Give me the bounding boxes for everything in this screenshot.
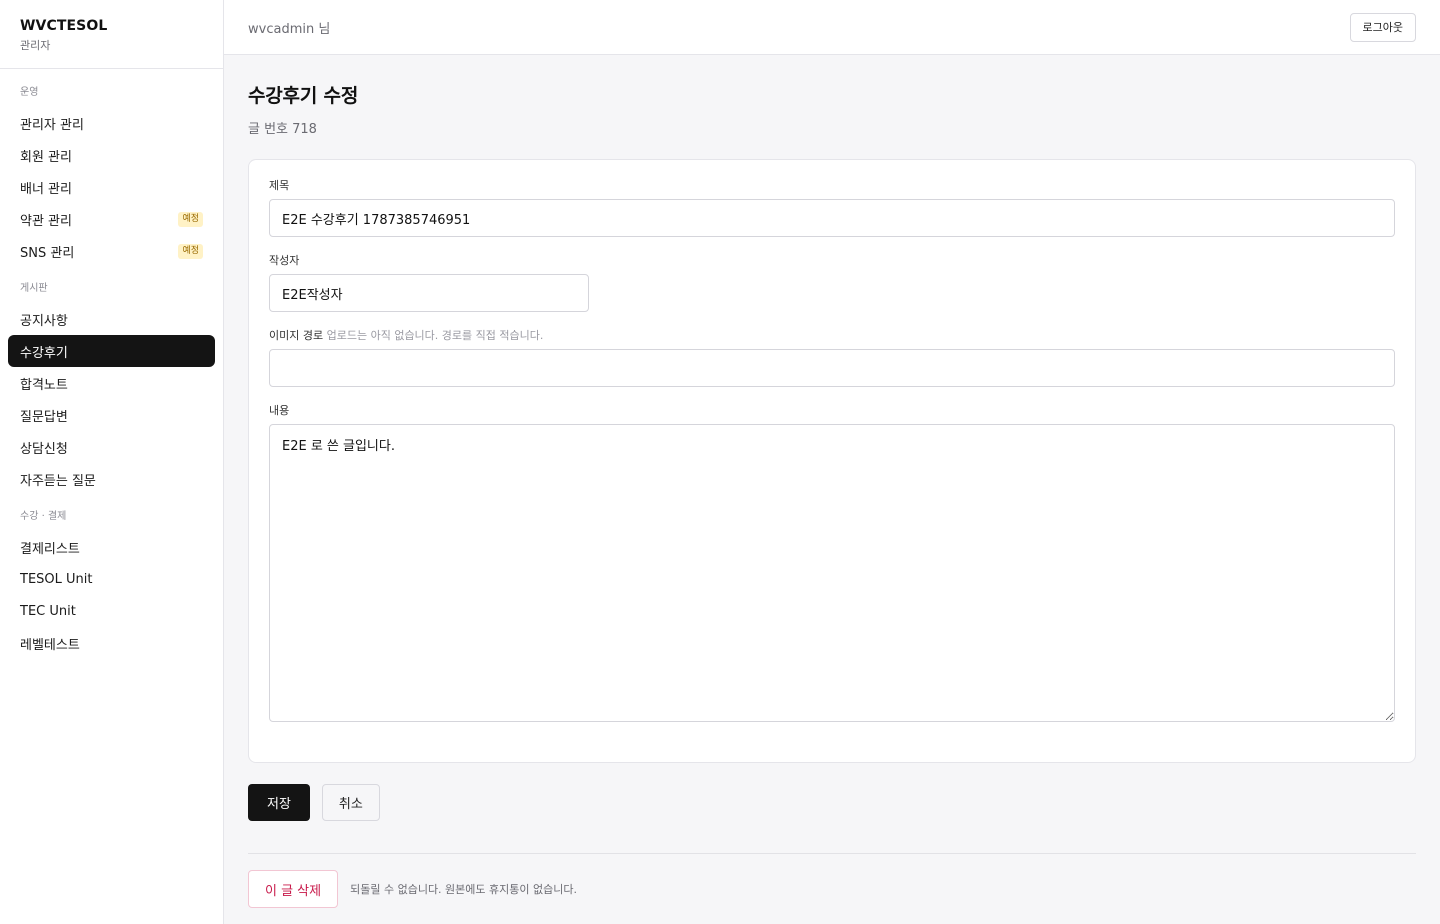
sidebar-item-admins[interactable]: 관리자 관리 — [8, 107, 215, 139]
current-user: wvcadmin 님 — [248, 21, 331, 37]
sidebar-item-sns[interactable]: SNS 관리 예정 — [8, 235, 215, 267]
author-field: 작성자 — [269, 253, 1395, 312]
sidebar-item-pass-notes[interactable]: 합격노트 — [8, 367, 215, 399]
image-path-label-row: 이미지 경로 업로드는 아직 없습니다. 경로를 직접 적습니다. — [269, 328, 1395, 344]
image-path-input[interactable] — [269, 349, 1395, 387]
author-label: 작성자 — [269, 254, 300, 267]
danger-zone: 이 글 삭제 되돌릴 수 없습니다. 원본에도 휴지통이 없습니다. — [248, 870, 1416, 908]
sidebar-nav: 운영 관리자 관리 회원 관리 배너 관리 약관 관리 예정 SNS 관리 예정 게… — [0, 69, 223, 659]
sidebar-item-label: 상담신청 — [20, 441, 68, 457]
sidebar-item-label: SNS 관리 — [20, 245, 75, 261]
sidebar-item-banners[interactable]: 배너 관리 — [8, 171, 215, 203]
sidebar-item-label: 약관 관리 — [20, 213, 72, 229]
content-textarea[interactable]: E2E 로 쓴 글입니다. — [269, 424, 1395, 722]
brand-name: WVCTESOL — [20, 18, 108, 34]
nav-group-label: 게시판 — [20, 283, 48, 294]
topbar: wvcadmin 님 로그아웃 — [224, 0, 1440, 55]
nav-group-label: 수강 · 결제 — [20, 511, 67, 522]
brand-sub: 관리자 — [20, 39, 51, 52]
sidebar-item-label: TEC Unit — [20, 603, 76, 619]
page-title: 수강후기 수정 — [248, 85, 359, 107]
sidebar: WVCTESOL 관리자 운영 관리자 관리 회원 관리 배너 관리 약관 관리… — [0, 0, 224, 924]
sidebar-item-label: 결제리스트 — [20, 541, 80, 557]
nav-group-label: 운영 — [20, 87, 39, 98]
sidebar-item-label: 회원 관리 — [20, 149, 72, 165]
save-button[interactable]: 저장 — [248, 784, 310, 821]
brand: WVCTESOL 관리자 — [0, 0, 223, 69]
sidebar-item-consultations[interactable]: 상담신청 — [8, 431, 215, 463]
main-content: 수강후기 수정 글 번호 718 제목 작성자 이미지 경로 업로드는 아직 없… — [248, 55, 1416, 908]
post-number: 글 번호 718 — [248, 122, 317, 137]
sidebar-item-faq[interactable]: 자주듣는 질문 — [8, 463, 215, 495]
title-field: 제목 — [269, 178, 1395, 237]
sidebar-item-tec-unit[interactable]: TEC Unit — [8, 595, 215, 627]
image-path-field: 이미지 경로 업로드는 아직 없습니다. 경로를 직접 적습니다. — [269, 328, 1395, 387]
coming-soon-badge: 예정 — [178, 243, 203, 259]
sidebar-item-notices[interactable]: 공지사항 — [8, 303, 215, 335]
sidebar-item-members[interactable]: 회원 관리 — [8, 139, 215, 171]
sidebar-item-label: 수강후기 — [20, 345, 68, 361]
sidebar-item-label: 질문답변 — [20, 409, 68, 425]
edit-form-card: 제목 작성자 이미지 경로 업로드는 아직 없습니다. 경로를 직접 적습니다.… — [248, 159, 1416, 763]
author-input[interactable] — [269, 274, 589, 312]
sidebar-item-label: 관리자 관리 — [20, 117, 84, 133]
logout-button[interactable]: 로그아웃 — [1349, 12, 1416, 42]
sidebar-item-tesol-unit[interactable]: TESOL Unit — [8, 563, 215, 595]
nav-group-board: 게시판 공지사항 수강후기 합격노트 질문답변 상담신청 자주듣는 질문 — [8, 281, 215, 495]
delete-post-button[interactable]: 이 글 삭제 — [248, 870, 339, 908]
sidebar-item-label: 공지사항 — [20, 313, 68, 329]
image-path-label: 이미지 경로 — [269, 329, 324, 342]
image-path-hint: 업로드는 아직 없습니다. 경로를 직접 적습니다. — [326, 329, 544, 342]
sidebar-item-level-test[interactable]: 레벨테스트 — [8, 627, 215, 659]
form-actions: 저장 취소 — [248, 784, 1416, 821]
coming-soon-badge: 예정 — [178, 211, 203, 227]
sidebar-item-terms[interactable]: 약관 관리 예정 — [8, 203, 215, 235]
content-field: 내용 E2E 로 쓴 글입니다. — [269, 403, 1395, 722]
sidebar-item-qna[interactable]: 질문답변 — [8, 399, 215, 431]
sidebar-item-label: 자주듣는 질문 — [20, 473, 96, 489]
title-input[interactable] — [269, 199, 1395, 237]
section-divider — [248, 853, 1416, 854]
sidebar-item-payment-list[interactable]: 결제리스트 — [8, 531, 215, 563]
cancel-button[interactable]: 취소 — [321, 784, 380, 821]
delete-warning: 되돌릴 수 없습니다. 원본에도 휴지통이 없습니다. — [350, 883, 577, 896]
title-label: 제목 — [269, 179, 290, 192]
sidebar-item-label: 레벨테스트 — [20, 637, 80, 653]
nav-group-payments: 수강 · 결제 결제리스트 TESOL Unit TEC Unit 레벨테스트 — [8, 509, 215, 659]
content-label: 내용 — [269, 404, 290, 417]
sidebar-item-reviews[interactable]: 수강후기 — [8, 335, 215, 367]
sidebar-item-label: TESOL Unit — [20, 571, 93, 587]
sidebar-item-label: 배너 관리 — [20, 181, 72, 197]
sidebar-item-label: 합격노트 — [20, 377, 68, 393]
nav-group-operations: 운영 관리자 관리 회원 관리 배너 관리 약관 관리 예정 SNS 관리 예정 — [8, 85, 215, 267]
